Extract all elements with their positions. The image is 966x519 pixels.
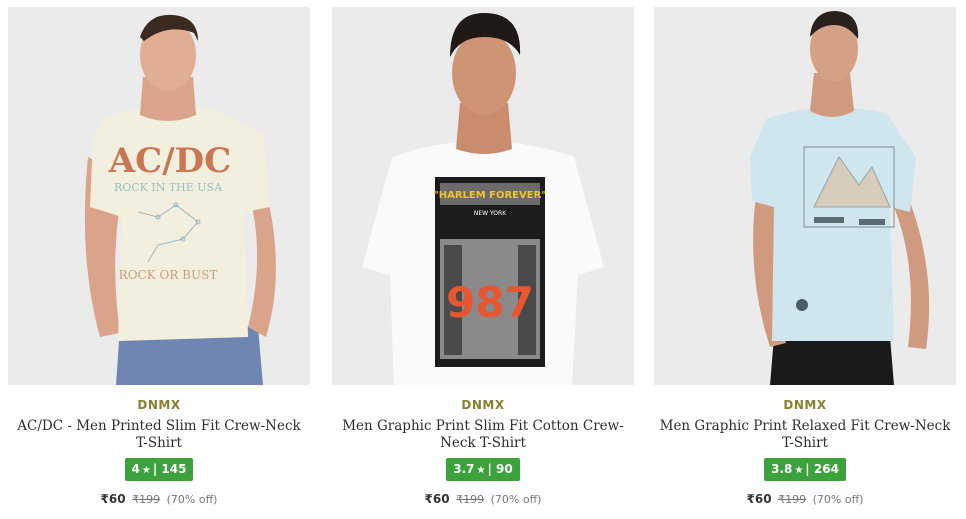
rating-separator: |: [805, 462, 810, 476]
discount-label: (70% off): [812, 493, 864, 506]
print-title: "HARLEM FOREVER": [434, 190, 547, 201]
rating-badge[interactable]: 4 ★ | 145: [124, 458, 194, 481]
star-icon: ★: [476, 465, 486, 476]
rating-separator: |: [152, 462, 158, 476]
sale-price: ₹60: [100, 492, 126, 506]
rating-value: 3.7: [453, 462, 475, 476]
price-row: ₹60 ₹199 (70% off): [332, 492, 634, 506]
product-grid: AC/DC ROCK IN THE USA ROCK OR BUST DNMX …: [0, 0, 966, 519]
product-brand: DNMX: [137, 398, 181, 412]
rating-value: 3.8: [771, 462, 793, 476]
product-card[interactable]: "HARLEM FOREVER" NEW YORK 987 DNMX Men G…: [332, 7, 634, 506]
price-row: ₹60 ₹199 (70% off): [654, 492, 956, 506]
sale-price: ₹60: [746, 492, 772, 506]
product-name[interactable]: AC/DC - Men Printed Slim Fit Crew-Neck T…: [8, 418, 310, 452]
review-count: 90: [496, 462, 513, 476]
product-name[interactable]: Men Graphic Print Slim Fit Cotton Crew-N…: [332, 418, 634, 452]
rating-value: 4: [131, 462, 140, 476]
product-name[interactable]: Men Graphic Print Relaxed Fit Crew-Neck …: [654, 418, 956, 452]
product-image[interactable]: "HARLEM FOREVER" NEW YORK 987: [332, 7, 634, 385]
print-line: NEW YORK: [474, 210, 507, 217]
review-count: 145: [161, 462, 187, 476]
original-price: ₹199: [456, 493, 485, 506]
rating-badge[interactable]: 3.7 ★ | 90: [446, 458, 520, 481]
print-title: AC/DC: [108, 141, 231, 181]
product-card[interactable]: AC/DC ROCK IN THE USA ROCK OR BUST DNMX …: [8, 7, 310, 506]
product-image[interactable]: [654, 7, 956, 385]
product-brand: DNMX: [783, 398, 827, 412]
review-count: 264: [813, 462, 839, 476]
discount-label: (70% off): [490, 493, 542, 506]
product-image[interactable]: AC/DC ROCK IN THE USA ROCK OR BUST: [8, 7, 310, 385]
product-brand: DNMX: [461, 398, 505, 412]
star-icon: ★: [794, 465, 804, 476]
print-number: 987: [446, 278, 534, 327]
print-line: ROCK IN THE USA: [114, 181, 223, 194]
discount-label: (70% off): [166, 493, 218, 506]
rating-separator: |: [487, 462, 492, 476]
price-row: ₹60 ₹199 (70% off): [8, 492, 310, 506]
print-line: ROCK OR BUST: [119, 268, 218, 282]
product-card[interactable]: DNMX Men Graphic Print Relaxed Fit Crew-…: [654, 7, 956, 506]
original-price: ₹199: [132, 493, 161, 506]
rating-badge[interactable]: 3.8 ★ | 264: [764, 458, 846, 481]
star-icon: ★: [141, 465, 151, 476]
original-price: ₹199: [778, 493, 807, 506]
sale-price: ₹60: [424, 492, 450, 506]
